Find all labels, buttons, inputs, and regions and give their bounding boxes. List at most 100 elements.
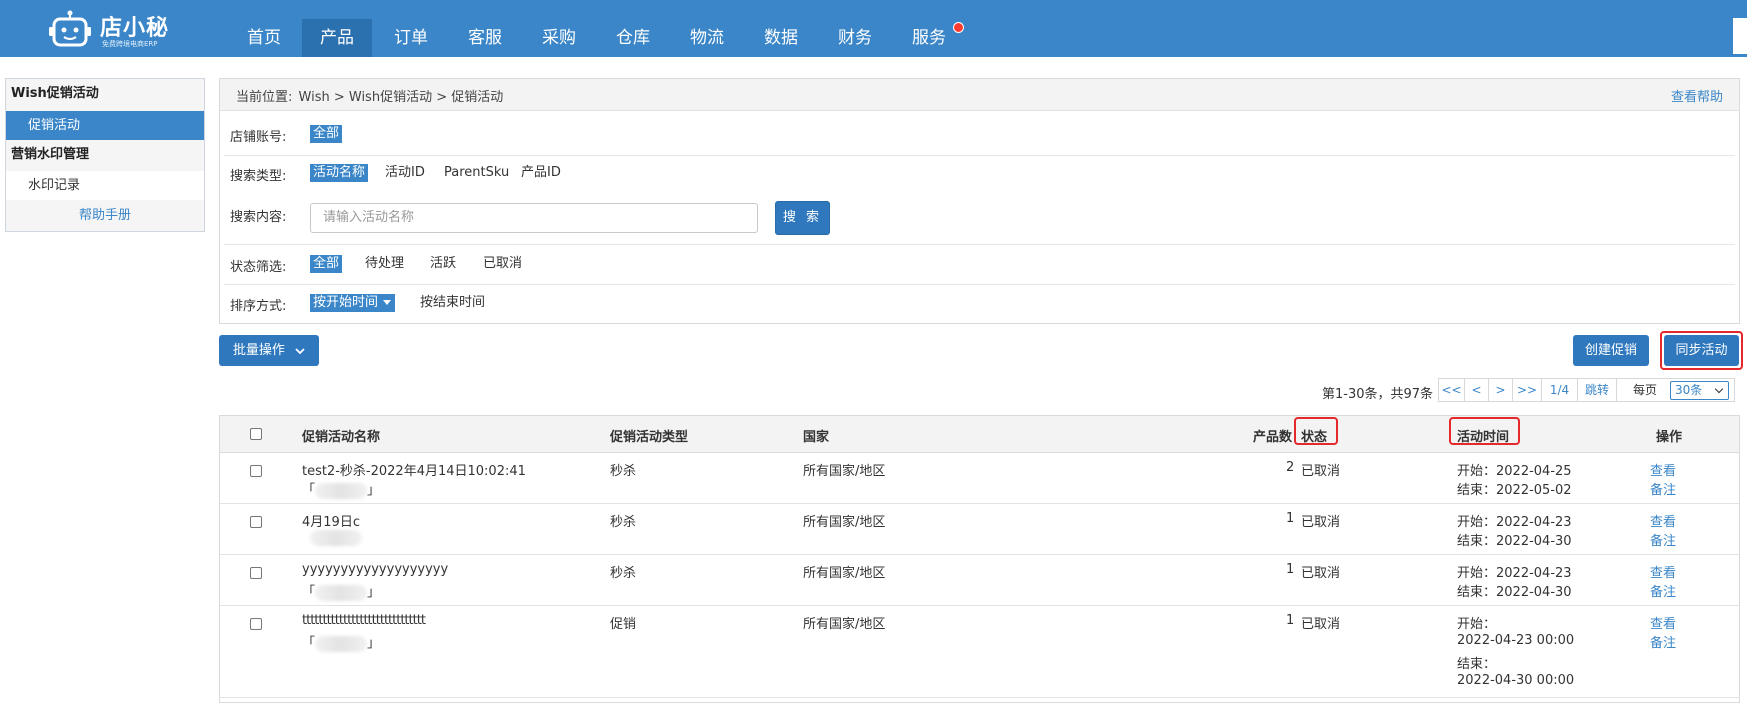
- search-type-parent-sku[interactable]: ParentSku: [441, 164, 512, 182]
- status-filter-active[interactable]: 活跃: [427, 255, 459, 273]
- chevron-down-icon: [1714, 384, 1724, 394]
- pager-next[interactable]: >: [1488, 378, 1513, 402]
- search-type-activity-id[interactable]: 活动ID: [382, 164, 428, 182]
- caret-down-icon: [383, 300, 392, 305]
- promotion-name[interactable]: 4月19日c: [302, 511, 360, 530]
- header-operations: 操作: [1656, 430, 1683, 445]
- per-page-select[interactable]: 30条: [1670, 381, 1729, 400]
- status-filter-cancelled[interactable]: 已取消: [480, 255, 525, 273]
- divider: [224, 244, 1735, 245]
- end-time: 结束：2022-04-30: [1457, 585, 1572, 600]
- table-row: tttttttttttttttttttttttttttttt 「」 促销 所有国…: [220, 605, 1739, 698]
- country: 所有国家/地区: [803, 515, 886, 530]
- search-type-product-id[interactable]: 产品ID: [518, 164, 564, 182]
- header-country: 国家: [803, 430, 830, 445]
- promotion-name[interactable]: yyyyyyyyyyyyyyyyyyy: [302, 562, 448, 577]
- view-help-link[interactable]: 查看帮助: [1671, 86, 1723, 105]
- redacted-store: [310, 530, 362, 546]
- nav-data[interactable]: 数据: [746, 19, 816, 57]
- bracket-close: 」: [367, 585, 381, 600]
- help-manual-link[interactable]: 帮助手册: [6, 201, 204, 231]
- nav-home[interactable]: 首页: [229, 19, 299, 57]
- store-filter-all[interactable]: 全部: [310, 125, 343, 143]
- search-input[interactable]: 请输入活动名称: [310, 203, 758, 233]
- breadcrumb: 当前位置: Wish > Wish促销活动 > 促销活动 查看帮助: [220, 79, 1739, 111]
- promotion-name[interactable]: test2-秒杀-2022年4月14日10:02:41: [302, 460, 526, 479]
- sort-by-end-time[interactable]: 按结束时间: [417, 294, 488, 312]
- start-time: 开始：2022-04-25: [1457, 464, 1572, 479]
- sync-activities-button[interactable]: 同步活动: [1664, 335, 1739, 366]
- pager-summary: 第1-30条，共97条: [1322, 387, 1434, 402]
- start-label: 开始：: [1457, 617, 1497, 632]
- row-checkbox[interactable]: [250, 618, 262, 630]
- promotion-name[interactable]: tttttttttttttttttttttttttttttt: [302, 613, 426, 628]
- select-all-checkbox[interactable]: [250, 428, 262, 440]
- sort-by-start-time[interactable]: 按开始时间: [310, 294, 396, 312]
- nav-warehouse[interactable]: 仓库: [598, 19, 668, 57]
- redacted-store: [315, 635, 368, 652]
- batch-actions-button[interactable]: 批量操作: [219, 335, 319, 366]
- bracket-open: 「: [302, 585, 316, 600]
- end-time: 结束：2022-05-02: [1457, 483, 1572, 498]
- row-checkbox[interactable]: [250, 465, 262, 477]
- pager-first[interactable]: <<: [1438, 378, 1465, 402]
- status: 已取消: [1301, 566, 1341, 581]
- view-link[interactable]: 查看: [1650, 460, 1676, 479]
- note-link[interactable]: 备注: [1650, 632, 1676, 651]
- view-link[interactable]: 查看: [1650, 613, 1676, 632]
- start-time: 开始：2022-04-23: [1457, 515, 1572, 530]
- nav-orders[interactable]: 订单: [376, 19, 446, 57]
- notification-dot: [953, 22, 964, 33]
- header-product-count: 产品数: [1253, 430, 1293, 445]
- note-link[interactable]: 备注: [1650, 479, 1676, 498]
- store-name: [302, 530, 362, 546]
- note-link[interactable]: 备注: [1650, 530, 1676, 549]
- nav-customer-service[interactable]: 客服: [450, 19, 520, 57]
- status-filter-label: 状态筛选:: [230, 260, 287, 275]
- promotion-type: 秒杀: [610, 515, 637, 530]
- table-row: test2-秒杀-2022年4月14日10:02:41 「」 秒杀 所有国家/地…: [220, 452, 1739, 504]
- chevron-down-icon: [295, 347, 305, 354]
- breadcrumb-prefix: 当前位置:: [236, 90, 293, 105]
- bracket-open: 「: [302, 636, 316, 651]
- view-link[interactable]: 查看: [1650, 511, 1676, 530]
- create-promotion-button[interactable]: 创建促销: [1573, 335, 1649, 366]
- sidebar-group-wish-promotions[interactable]: Wish促销活动: [6, 79, 204, 109]
- pager-jump[interactable]: 跳转: [1577, 378, 1617, 402]
- sort-label: 排序方式:: [230, 299, 287, 314]
- brand-name: 店小秘: [100, 16, 170, 41]
- highlight-frame: [1449, 417, 1520, 445]
- table-header: 促销活动名称 促销活动类型 国家 产品数 状态 活动时间 操作: [220, 416, 1739, 453]
- bracket-close: 」: [367, 636, 381, 651]
- filter-panel: 当前位置: Wish > Wish促销活动 > 促销活动 查看帮助 店铺账号: …: [219, 78, 1740, 324]
- status: 已取消: [1301, 617, 1341, 632]
- start-time: 开始：2022-04-23: [1457, 566, 1572, 581]
- sidebar-item-watermark-records[interactable]: 水印记录: [6, 171, 204, 200]
- nav-products[interactable]: 产品: [302, 19, 372, 57]
- nav-finance[interactable]: 财务: [820, 19, 890, 57]
- product-count: 1: [1286, 511, 1295, 526]
- redacted-store: [315, 482, 368, 499]
- pager-last[interactable]: >>: [1512, 378, 1542, 402]
- nav-logistics[interactable]: 物流: [672, 19, 742, 57]
- pager-prev[interactable]: <: [1464, 378, 1489, 402]
- sidebar-group-watermark[interactable]: 营销水印管理: [6, 140, 204, 170]
- row-checkbox[interactable]: [250, 567, 262, 579]
- batch-actions-label: 批量操作: [232, 343, 285, 358]
- search-type-activity-name[interactable]: 活动名称: [310, 164, 369, 182]
- view-link[interactable]: 查看: [1650, 562, 1676, 581]
- brand-logo[interactable]: 店小秘 免费跨境电商ERP: [48, 6, 178, 50]
- divider: [224, 284, 1735, 285]
- status-filter-pending[interactable]: 待处理: [362, 255, 407, 273]
- start-time: 2022-04-23 00:00: [1457, 633, 1575, 648]
- bracket-open: 「: [302, 483, 316, 498]
- note-link[interactable]: 备注: [1650, 581, 1676, 600]
- promotion-type: 促销: [610, 617, 637, 632]
- sidebar-item-promotions[interactable]: 促销活动: [6, 111, 204, 140]
- row-checkbox[interactable]: [250, 516, 262, 528]
- nav-purchasing[interactable]: 采购: [524, 19, 594, 57]
- search-button[interactable]: 搜 索: [775, 201, 830, 235]
- status-filter-all[interactable]: 全部: [310, 255, 343, 273]
- country: 所有国家/地区: [803, 464, 886, 479]
- promotion-type: 秒杀: [610, 464, 637, 479]
